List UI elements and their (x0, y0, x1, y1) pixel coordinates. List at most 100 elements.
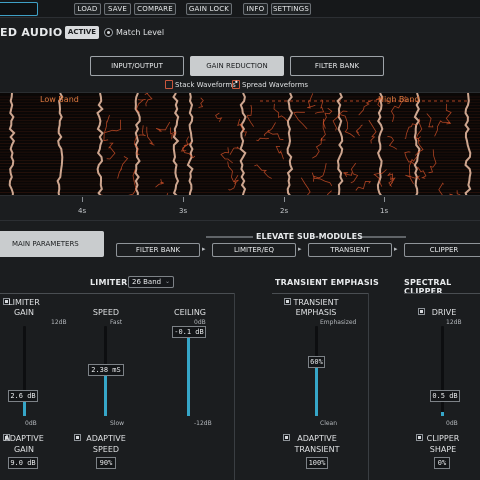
gain-reduction-display: High Band Low Band (0, 92, 480, 196)
speed-value[interactable]: 2.38 mS (88, 364, 124, 376)
speed-max: Fast (110, 319, 123, 326)
stack-waveforms-checkbox[interactable] (165, 80, 173, 89)
gain-reduction-trace (166, 193, 169, 195)
time-tick (384, 197, 385, 202)
gain-reduction-trace (254, 164, 272, 179)
transient-emphasis-fill (315, 362, 318, 416)
ceiling-label: CEILING (174, 308, 206, 317)
speed-fill (104, 375, 107, 416)
chain-arrow-icon: ▸ (202, 245, 206, 253)
limiter-gain-min: 0dB (25, 420, 37, 427)
clipper-shape-label-1: CLIPPER (426, 434, 460, 443)
gain-reduction-trace (103, 114, 110, 142)
adaptive-speed-label-2: SPEED (92, 445, 120, 454)
divider (368, 293, 369, 480)
gain-reduction-trace (138, 125, 146, 137)
time-tick-label: 2s (280, 207, 289, 215)
gain-reduction-trace (229, 146, 241, 155)
adaptive-speed-label-1: ADAPTIVE (86, 434, 126, 443)
save-button[interactable]: SAVE (104, 3, 131, 15)
drive-fill (441, 412, 444, 416)
drive-min: 0dB (446, 420, 458, 427)
gain-reduction-trace (326, 190, 332, 195)
gain-reduction-trace (228, 174, 239, 191)
divider (404, 293, 480, 294)
stack-waveforms-label: Stack Waveforms (175, 81, 236, 89)
gain-reduction-trace (273, 103, 288, 122)
gain-reduction-trace (355, 181, 372, 191)
active-toggle[interactable]: ACTIVE (65, 26, 99, 39)
compare-button[interactable]: COMPARE (134, 3, 176, 15)
drive-max: 12dB (446, 319, 462, 326)
sub-module-clipper[interactable]: CLIPPER (404, 243, 480, 257)
gain-reduction-trace (449, 193, 453, 195)
divider (234, 293, 235, 480)
limiter-title: LIMITER (90, 278, 128, 287)
limiter-gain-max: 12dB (51, 319, 67, 326)
match-level-radio[interactable] (104, 28, 113, 37)
band-select-value: 26 Band (132, 278, 162, 286)
sub-module-filter-bank[interactable]: FILTER BANK (116, 243, 200, 257)
ceiling-fill (187, 327, 190, 416)
low-band-label: Low Band (40, 95, 79, 104)
sub-module-limiter-eq[interactable]: LIMITER/EQ (212, 243, 296, 257)
time-tick (284, 197, 285, 202)
transient-emphasis-min: Clean (320, 420, 338, 427)
adaptive-speed-power-button[interactable] (74, 434, 81, 441)
adaptive-gain-label-2: GAIN (13, 445, 34, 454)
transient-emphasis-value[interactable]: 60% (308, 356, 325, 368)
gain-lock-button[interactable]: GAIN LOCK (186, 3, 232, 15)
adaptive-transient-value[interactable]: 100% (306, 457, 328, 469)
time-tick (183, 197, 184, 202)
tab-gain-reduction[interactable]: GAIN REDUCTION (190, 56, 284, 76)
speed-label: SPEED (92, 308, 120, 317)
gain-reduction-trace (456, 190, 461, 195)
ceiling-value[interactable]: -0.1 dB (172, 326, 206, 338)
clipper-shape-value[interactable]: 0% (434, 457, 450, 469)
gain-reduction-trace (267, 122, 284, 141)
adaptive-transient-power-button[interactable] (283, 434, 290, 441)
preset-display[interactable] (0, 2, 38, 16)
time-tick-label: 4s (78, 207, 87, 215)
gain-reduction-trace (358, 99, 373, 116)
adaptive-gain-label-1: ADAPTIVE (4, 434, 44, 443)
chain-arrow-icon: ▸ (394, 245, 398, 253)
chevron-down-icon: ⌄ (164, 278, 170, 285)
gain-reduction-trace (355, 124, 363, 137)
gain-reduction-trace (247, 104, 255, 127)
settings-button[interactable]: SETTINGS (271, 3, 311, 15)
band-select-dropdown[interactable]: 26 Band ⌄ (128, 276, 174, 288)
speed-min: Slow (110, 420, 125, 427)
limiter-gain-value[interactable]: 2.6 dB (8, 390, 38, 402)
transient-emphasis-label-2: EMPHASIS (295, 308, 337, 317)
gain-reduction-trace (319, 118, 326, 141)
transient-emphasis-max: Emphasized (320, 319, 357, 326)
info-button[interactable]: INFO (243, 3, 268, 15)
gain-reduction-trace (135, 99, 146, 113)
spectrogram-graph (0, 93, 480, 195)
adaptive-speed-value[interactable]: 90% (96, 457, 116, 469)
adaptive-gain-value[interactable]: 9.0 dB (8, 457, 38, 469)
spread-waveforms-checkbox[interactable] (232, 78, 240, 89)
time-tick (82, 197, 83, 202)
transient-emphasis-title: TRANSIENT EMPHASIS (275, 278, 379, 287)
clipper-shape-label-2: SHAPE (429, 445, 457, 454)
drive-slider[interactable] (441, 326, 444, 416)
gain-reduction-trace (342, 172, 353, 178)
divider (272, 293, 368, 294)
drive-label: DRIVE (431, 308, 457, 317)
gain-reduction-trace (155, 179, 164, 188)
drive-value[interactable]: 0.5 dB (430, 390, 460, 402)
gain-reduction-trace (415, 118, 423, 139)
timeline: 4s 3s 2s 1s (0, 197, 480, 221)
time-tick-label: 3s (179, 207, 188, 215)
top-toolbar: LOAD SAVE COMPARE GAIN LOCK INFO SETTING… (0, 0, 480, 18)
tab-input-output[interactable]: INPUT/OUTPUT (90, 56, 184, 76)
load-button[interactable]: LOAD (74, 3, 101, 15)
limiter-gain-label-2: GAIN (13, 308, 34, 317)
tab-filter-bank[interactable]: FILTER BANK (290, 56, 384, 76)
gain-reduction-trace (106, 142, 116, 160)
main-parameters-tab[interactable]: MAIN PARAMETERS (0, 231, 104, 257)
high-band-label: High Band (378, 95, 420, 104)
sub-module-transient[interactable]: TRANSIENT (308, 243, 392, 257)
